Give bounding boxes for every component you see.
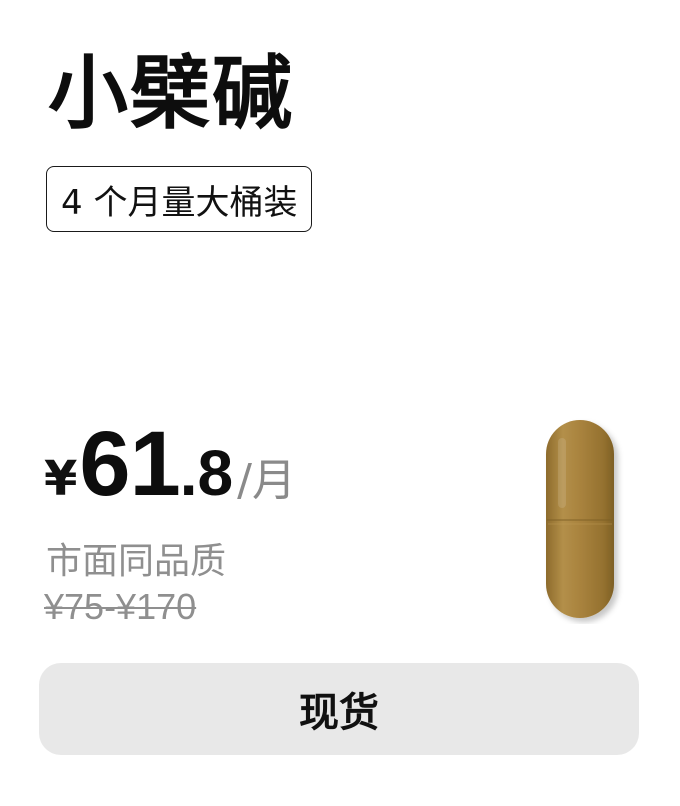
capsule-icon: [540, 416, 624, 624]
capsule-image: [546, 420, 614, 618]
price-decimal: .8: [179, 437, 234, 509]
market-price-range: ¥75-¥170: [44, 586, 197, 627]
market-comparison-label: 市面同品质: [46, 541, 227, 582]
package-tag: 4 个月量大桶装: [46, 166, 313, 232]
product-title: 小檗碱: [48, 47, 294, 140]
price-unit: /月: [237, 455, 296, 506]
price-integer: 61: [79, 413, 180, 515]
price-currency: ¥: [44, 451, 78, 507]
in-stock-button[interactable]: 现货: [39, 663, 639, 755]
price: ¥ 61 .8 /月: [44, 412, 296, 522]
